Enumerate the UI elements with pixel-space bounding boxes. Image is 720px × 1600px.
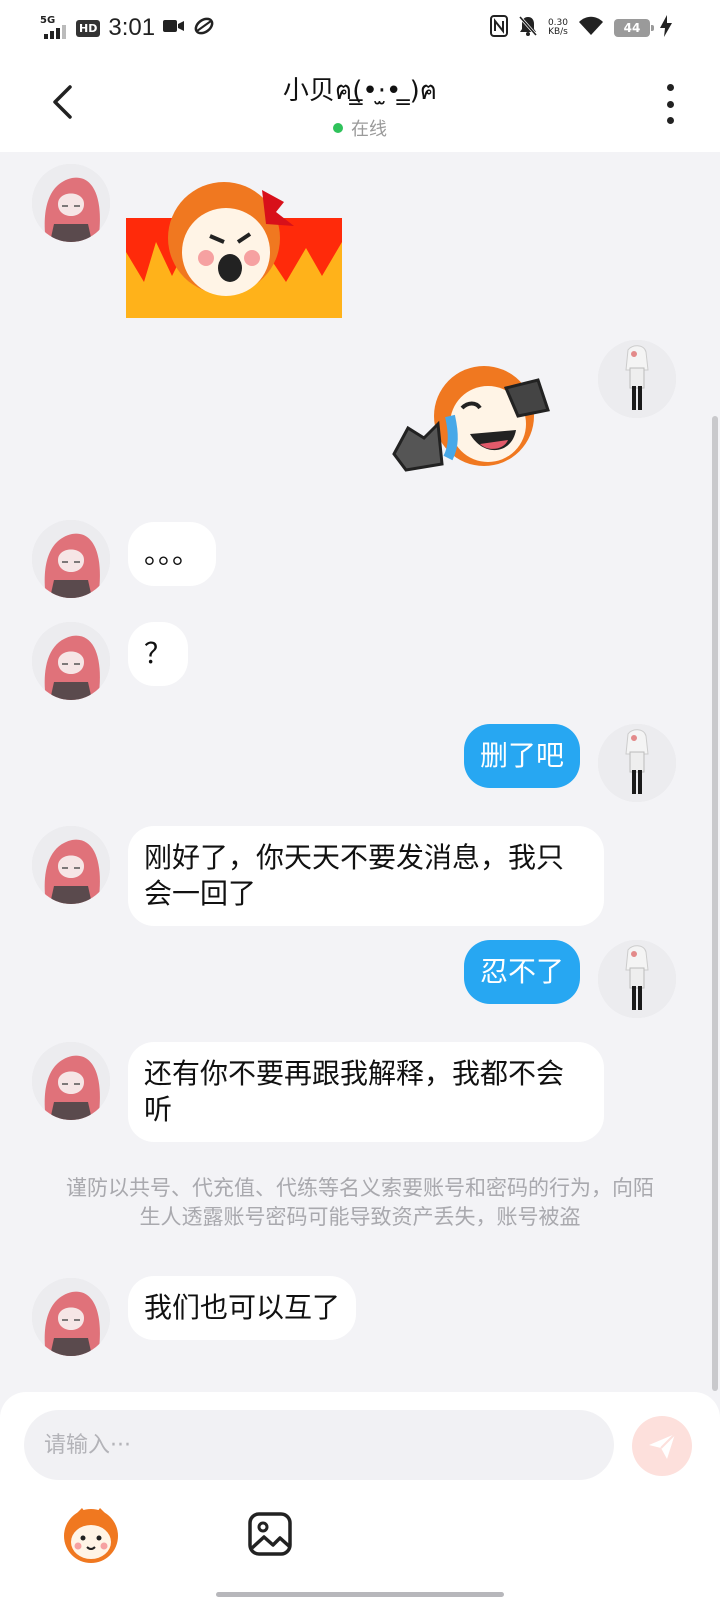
image-button[interactable]	[246, 1510, 294, 1558]
mute-bell-icon	[518, 15, 538, 41]
message-bubble-incoming[interactable]: 刚好了，你天天不要发消息，我只会一回了	[128, 826, 604, 926]
mascot-sticker-icon	[64, 1508, 118, 1563]
message-bubble-outgoing[interactable]: 删了吧	[463, 724, 580, 788]
crying-laugh-sticker[interactable]	[388, 358, 556, 484]
sticker-button[interactable]	[60, 1504, 122, 1566]
my-avatar[interactable]	[598, 340, 676, 418]
send-button[interactable]	[632, 1416, 692, 1476]
message-bubble-incoming[interactable]: 我们也可以互了	[128, 1276, 357, 1340]
message-list[interactable]: 。。。 ？ 删了吧 刚好了，你天天不要发消息，我只会一回了 忍不了 还有你不要再…	[0, 152, 720, 1392]
chat-header: 小贝ฅ(̳•·̫• ̳)ฅ 在线	[0, 56, 720, 152]
more-dot-icon	[666, 117, 674, 124]
my-avatar[interactable]	[598, 724, 676, 802]
charging-icon	[660, 15, 672, 41]
wifi-icon	[578, 16, 604, 40]
contact-avatar[interactable]	[32, 622, 110, 700]
nfc-icon	[489, 15, 508, 41]
contact-avatar[interactable]	[32, 826, 110, 904]
home-indicator[interactable]	[216, 1592, 504, 1597]
scrollbar[interactable]	[712, 416, 718, 1391]
send-icon	[649, 1433, 676, 1459]
image-icon	[248, 1512, 292, 1556]
angry-fire-sticker[interactable]	[126, 172, 342, 322]
online-dot-icon	[333, 123, 343, 133]
back-button[interactable]	[40, 80, 84, 124]
cellular-signal-icon: 5G	[40, 15, 68, 41]
contact-avatar[interactable]	[32, 1278, 110, 1356]
contact-name: 小贝ฅ(̳•·̫• ̳)ฅ	[282, 76, 438, 106]
contact-avatar[interactable]	[32, 1042, 110, 1120]
security-notice: 谨防以共号、代充值、代练等名义索要账号和密码的行为，向陌生人透露账号密码可能导致…	[66, 1176, 654, 1229]
battery-icon: 44	[614, 19, 654, 37]
more-dot-icon	[666, 84, 674, 91]
network-speed: 0.30 KB/s	[548, 19, 568, 37]
message-input-wrapper[interactable]	[24, 1410, 614, 1480]
contact-avatar[interactable]	[32, 520, 110, 598]
status-time: 3:01	[108, 14, 156, 41]
hd-badge: HD	[76, 19, 101, 37]
app-notification-icon	[193, 15, 215, 41]
contact-avatar[interactable]	[32, 164, 110, 242]
my-avatar[interactable]	[598, 940, 676, 1018]
message-bubble-incoming[interactable]: 还有你不要再跟我解释，我都不会听	[128, 1042, 604, 1142]
message-bubble-outgoing[interactable]: 忍不了	[463, 940, 580, 1004]
online-status-label: 在线	[351, 119, 387, 140]
network-speed-unit: KB/s	[548, 27, 568, 37]
online-status: 在线	[150, 115, 570, 141]
message-input[interactable]	[24, 1410, 614, 1480]
chevron-left-icon	[53, 85, 72, 119]
status-bar: 5G HD 3:01 0.30 KB/s 44	[0, 0, 720, 56]
more-dot-icon	[666, 100, 674, 108]
composer-bar	[0, 1392, 720, 1600]
message-bubble-incoming[interactable]: ？	[128, 622, 189, 686]
message-bubble-incoming[interactable]: 。。。	[128, 522, 217, 586]
battery-level: 44	[623, 21, 641, 35]
more-options-button[interactable]	[660, 84, 680, 124]
video-recording-icon	[163, 18, 185, 38]
